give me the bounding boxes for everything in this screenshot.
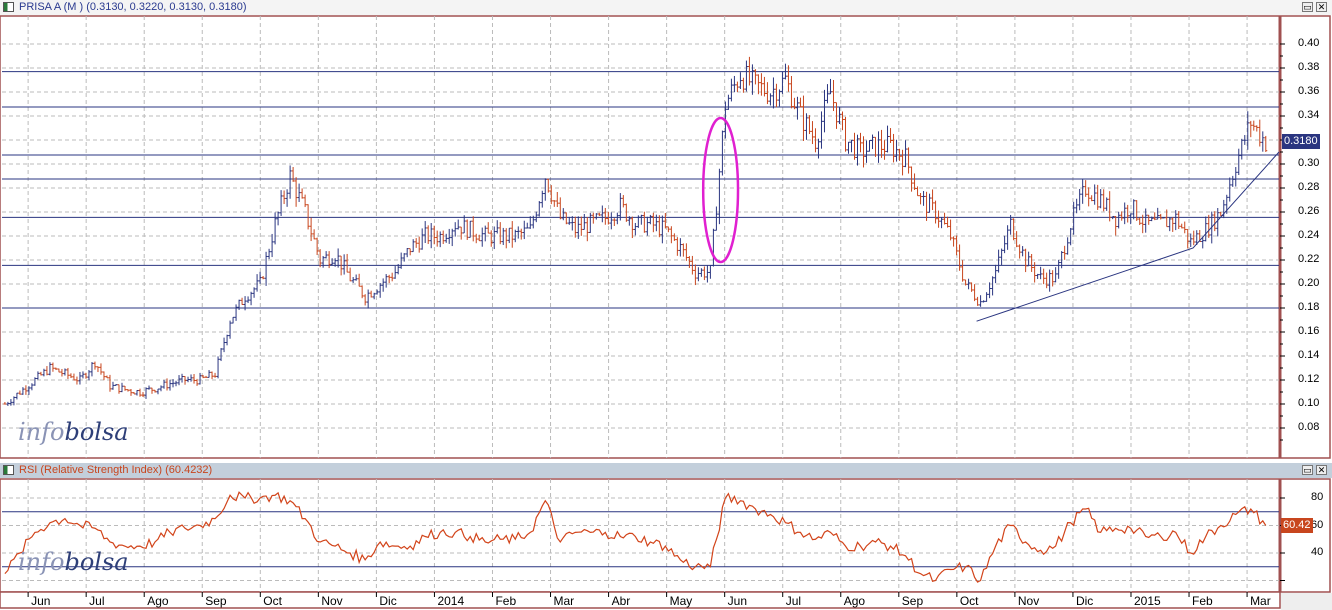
x-axis-label: Ago <box>147 594 169 608</box>
price-axis-label: 0.34 <box>1298 109 1320 121</box>
price-axis-label: 0.40 <box>1298 37 1320 49</box>
price-axis-label: 0.14 <box>1298 349 1320 361</box>
infobolsa-logo: infobolsa <box>18 548 129 576</box>
x-axis-label: Ago <box>843 594 866 608</box>
logo-text: info <box>18 418 65 446</box>
panel-icon <box>3 465 14 475</box>
price-axis-label: 0.16 <box>1298 325 1320 337</box>
price-axis-label: 0.38 <box>1298 61 1320 73</box>
x-axis-label: 2015 <box>1133 594 1161 608</box>
price-axis-label: 0.36 <box>1298 85 1320 97</box>
close-button[interactable]: ✕ <box>1316 465 1327 475</box>
rsi-axis-label: 80 <box>1311 491 1324 503</box>
price-axis-label: 0.12 <box>1298 373 1320 385</box>
price-axis-label: 0.28 <box>1298 181 1320 193</box>
x-axis-label: Sep <box>205 594 227 608</box>
price-axis-label: 0.08 <box>1298 421 1320 433</box>
x-axis-label: Jun <box>727 594 748 608</box>
x-axis-label: Jul <box>785 594 802 608</box>
chart-canvas <box>0 15 1332 610</box>
x-axis-label: Feb <box>1192 594 1213 608</box>
close-button[interactable]: ✕ <box>1316 2 1327 12</box>
x-axis-label: Feb <box>495 594 517 608</box>
price-axis-label: 0.22 <box>1298 253 1320 265</box>
panel-icon <box>3 2 14 12</box>
x-axis-label: Nov <box>321 594 343 608</box>
rsi-panel-header: RSI (Relative Strength Index) (60.4232) … <box>0 463 1332 478</box>
x-axis-label: Abr <box>611 594 631 608</box>
logo-text: bolsa <box>64 548 129 576</box>
chart-window: PRISA A (M ) (0.3130, 0.3220, 0.3130, 0.… <box>0 0 1332 610</box>
price-panel-title: PRISA A (M ) (0.3130, 0.3220, 0.3130, 0.… <box>19 1 247 13</box>
x-axis-label: Jun <box>31 594 51 608</box>
price-axis-label: 0.10 <box>1298 397 1320 409</box>
rsi-axis-label: 40 <box>1311 546 1324 558</box>
x-axis-label: Mar <box>1250 594 1271 608</box>
price-axis-label: 0.26 <box>1298 205 1320 217</box>
x-axis-label: 2014 <box>437 594 465 608</box>
price-axis-label: 0.20 <box>1298 277 1320 289</box>
rsi-panel-title: RSI (Relative Strength Index) (60.4232) <box>19 464 213 476</box>
logo-text: info <box>18 548 65 576</box>
x-axis-label: Oct <box>263 594 282 608</box>
x-axis-label: Mar <box>553 594 575 608</box>
x-axis-label: Dic <box>379 594 397 608</box>
x-axis-label: Oct <box>959 594 979 608</box>
price-axis-label: 0.24 <box>1298 229 1320 241</box>
infobolsa-logo: infobolsa <box>18 418 129 446</box>
price-axis-label: 0.30 <box>1298 157 1320 169</box>
x-axis-label: May <box>669 594 693 608</box>
x-axis-label: Nov <box>1017 594 1040 608</box>
price-axis-label: 0.18 <box>1298 301 1320 313</box>
x-axis-label: Dic <box>1075 594 1094 608</box>
restore-button[interactable]: ▭ <box>1302 465 1313 475</box>
restore-button[interactable]: ▭ <box>1302 2 1313 12</box>
x-axis-label: Jul <box>89 594 105 608</box>
rsi-axis-label: 60 <box>1311 518 1324 531</box>
x-axis-label: Sep <box>901 594 924 608</box>
price-panel-header: PRISA A (M ) (0.3130, 0.3220, 0.3130, 0.… <box>0 0 1332 15</box>
last-rsi-badge: 60.42 <box>1281 518 1313 533</box>
corner <box>1281 593 1332 610</box>
last-price-badge: 0.3180 <box>1282 134 1320 149</box>
logo-text: bolsa <box>64 418 129 446</box>
